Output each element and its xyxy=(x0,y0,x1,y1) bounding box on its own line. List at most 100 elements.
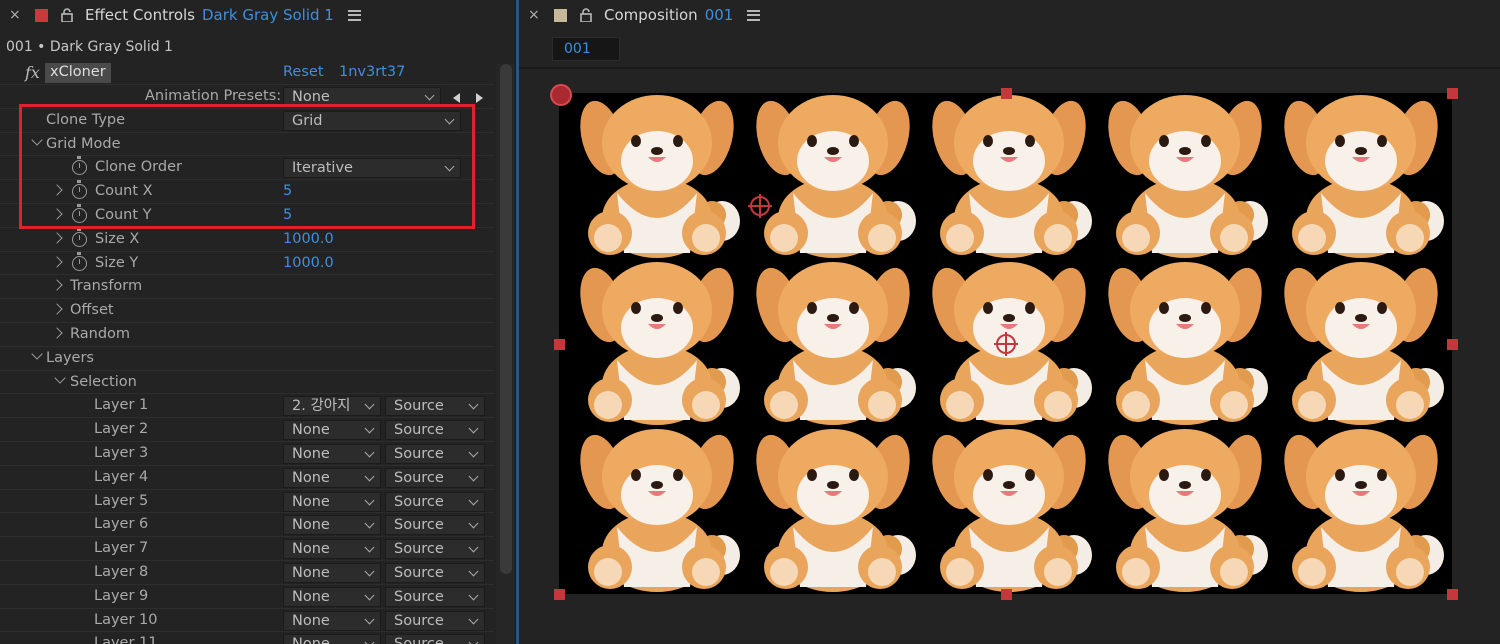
layer-breadcrumb: 001 • Dark Gray Solid 1 xyxy=(6,39,173,55)
layer-row: Layer 2 None Source xyxy=(0,418,494,442)
layer-source-dropdown[interactable]: None xyxy=(283,586,381,607)
chevron-right-icon[interactable] xyxy=(51,303,63,315)
layer-source-dropdown[interactable]: None xyxy=(283,443,381,464)
layer-row: Layer 9 None Source xyxy=(0,585,494,609)
layer-source-dropdown[interactable]: None xyxy=(283,610,381,631)
layer-row: Layer 11 None Source xyxy=(0,632,494,644)
effect-controls-scrollbar[interactable] xyxy=(496,64,515,644)
size-x-row: Size X 1000.0 xyxy=(0,227,494,252)
label-color-swatch[interactable] xyxy=(35,8,48,22)
layer-mode-dropdown[interactable]: Source xyxy=(385,420,485,441)
anchor-point-icon[interactable] xyxy=(748,194,772,218)
transform-handle[interactable] xyxy=(1000,589,1012,600)
layer-mode-dropdown[interactable]: Source xyxy=(385,467,485,488)
chevron-right-icon[interactable] xyxy=(51,232,63,244)
selection-label: Selection xyxy=(70,373,137,390)
transform-label: Transform xyxy=(70,278,143,295)
layer-source-dropdown[interactable]: None xyxy=(283,491,381,512)
close-icon[interactable]: × xyxy=(9,7,25,23)
puppy-clone xyxy=(1276,429,1446,592)
fx-icon[interactable]: fx xyxy=(25,63,40,82)
label-color-swatch[interactable] xyxy=(554,8,567,22)
layer-mode-dropdown[interactable]: Source xyxy=(385,396,485,417)
highlight-annotation xyxy=(19,104,475,229)
chevron-down-icon[interactable] xyxy=(54,371,66,384)
close-icon[interactable]: × xyxy=(528,7,544,23)
layer-row-label: Layer 2 xyxy=(94,421,149,438)
transform-handle[interactable] xyxy=(1447,589,1458,600)
layer-row-label: Layer 1 xyxy=(94,397,149,414)
puppy-clone xyxy=(1100,95,1270,258)
chevron-right-icon[interactable] xyxy=(51,279,63,292)
chevron-right-icon[interactable] xyxy=(51,255,63,268)
layer-row-label: Layer 4 xyxy=(94,468,149,485)
layer-source-dropdown[interactable]: None xyxy=(283,562,381,583)
stopwatch-icon[interactable] xyxy=(72,227,87,247)
puppy-clone xyxy=(1276,95,1446,258)
puppy-clone xyxy=(748,95,918,258)
size-y-label: Size Y xyxy=(95,254,139,271)
layer-row-label: Layer 8 xyxy=(94,563,149,580)
layer-mode-dropdown[interactable]: Source xyxy=(385,443,485,464)
layer-source-dropdown[interactable]: None xyxy=(283,467,381,488)
layer-row-label: Layer 9 xyxy=(94,587,149,604)
layer-mode-dropdown[interactable]: Source xyxy=(385,634,485,644)
puppy-clone xyxy=(1276,262,1446,425)
random-group-row[interactable]: Random xyxy=(0,323,494,347)
random-label: Random xyxy=(70,325,131,342)
layer-mode-dropdown[interactable]: Source xyxy=(385,562,485,583)
panel-subject[interactable]: Dark Gray Solid 1 xyxy=(202,6,334,24)
stopwatch-icon[interactable] xyxy=(72,251,87,271)
about-link[interactable]: 1nv3rt37 xyxy=(339,64,405,80)
size-x-value[interactable]: 1000.0 xyxy=(283,231,334,247)
layer-mode-dropdown[interactable]: Source xyxy=(385,515,485,536)
lock-icon[interactable] xyxy=(60,8,74,22)
previous-preset-icon[interactable] xyxy=(453,93,460,103)
panel-title: Composition xyxy=(604,6,698,24)
hamburger-menu-icon[interactable] xyxy=(747,9,761,21)
layer-source-dropdown[interactable]: None xyxy=(283,634,381,644)
anchor-point-icon[interactable] xyxy=(994,332,1018,356)
transform-handle[interactable] xyxy=(554,589,565,600)
composition-header: × Composition 001 xyxy=(519,0,1500,30)
reset-link[interactable]: Reset xyxy=(283,64,324,80)
layer-mode-dropdown[interactable]: Source xyxy=(385,491,485,512)
lock-icon[interactable] xyxy=(579,8,593,22)
composition-tab[interactable]: 001 xyxy=(552,37,620,61)
layer-mode-dropdown[interactable]: Source xyxy=(385,586,485,607)
layers-group-row[interactable]: Layers xyxy=(0,347,494,371)
layer-indicator-icon xyxy=(550,84,572,106)
effect-header-row: fx xCloner Reset 1nv3rt37 xyxy=(0,61,494,85)
offset-group-row[interactable]: Offset xyxy=(0,299,494,323)
size-y-value[interactable]: 1000.0 xyxy=(283,255,334,271)
transform-handle[interactable] xyxy=(1447,88,1458,99)
selection-group-row[interactable]: Selection xyxy=(0,371,494,395)
layer-source-dropdown[interactable]: None xyxy=(283,420,381,441)
puppy-clone xyxy=(748,429,918,592)
transform-handle[interactable] xyxy=(1447,338,1458,350)
layer-source-dropdown[interactable]: None xyxy=(283,539,381,560)
layer-source-dropdown[interactable]: 2. 강아지 xyxy=(283,396,381,417)
chevron-right-icon[interactable] xyxy=(51,327,63,339)
effect-controls-header: × Effect Controls Dark Gray Solid 1 xyxy=(0,0,515,30)
transform-handle[interactable] xyxy=(554,338,565,350)
layer-source-dropdown[interactable]: None xyxy=(283,515,381,536)
layer-mode-dropdown[interactable]: Source xyxy=(385,610,485,631)
scrollbar-thumb[interactable] xyxy=(500,64,512,574)
panel-subject[interactable]: 001 xyxy=(705,6,734,24)
layer-mode-dropdown[interactable]: Source xyxy=(385,539,485,560)
next-preset-icon[interactable] xyxy=(476,93,483,103)
transform-handle[interactable] xyxy=(1000,88,1012,99)
puppy-clone xyxy=(924,429,1094,592)
hamburger-menu-icon[interactable] xyxy=(347,9,361,21)
layer-row: Layer 4 None Source xyxy=(0,466,494,490)
effect-name[interactable]: xCloner xyxy=(45,63,111,83)
layer-row: Layer 1 2. 강아지 Source xyxy=(0,394,494,419)
effect-controls-panel: × Effect Controls Dark Gray Solid 1 001 … xyxy=(0,0,515,644)
layer-row-label: Layer 3 xyxy=(94,444,149,461)
layer-row-label: Layer 10 xyxy=(94,611,158,628)
transform-group-row[interactable]: Transform xyxy=(0,275,494,300)
layer-row: Layer 6 None Source xyxy=(0,513,494,538)
chevron-down-icon[interactable] xyxy=(31,348,43,360)
puppy-clone xyxy=(572,95,742,258)
